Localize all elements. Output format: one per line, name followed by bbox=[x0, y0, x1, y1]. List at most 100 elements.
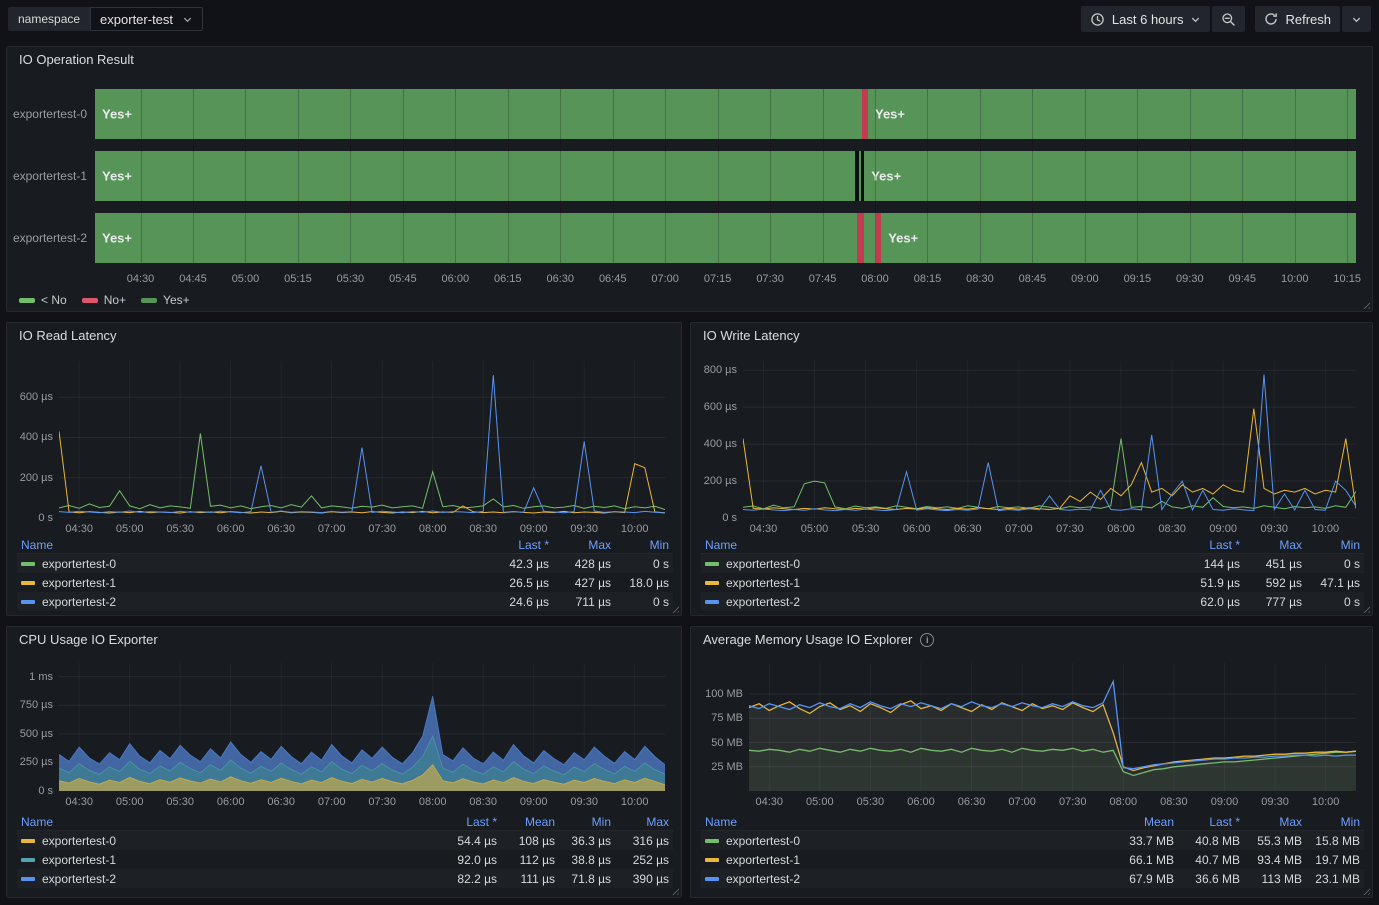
memory-usage-plot[interactable] bbox=[749, 663, 1356, 791]
legend-column-header[interactable]: Min bbox=[1302, 538, 1360, 552]
legend-item[interactable]: < No bbox=[19, 293, 67, 307]
grid-line bbox=[1137, 89, 1138, 263]
cpu-usage-y-axis: 0 s250 µs500 µs750 µs1 ms bbox=[11, 663, 53, 791]
write-latency-plot[interactable] bbox=[743, 361, 1356, 518]
write-chart[interactable] bbox=[743, 361, 1356, 518]
read-latency-legend-table: NameLast *MaxMinexportertest-042.3 µs428… bbox=[17, 536, 673, 611]
time-range-picker-button[interactable]: Last 6 hours bbox=[1081, 6, 1211, 32]
panel-title[interactable]: Average Memory Usage IO Explorer i bbox=[703, 632, 934, 647]
x-tick-label: 04:30 bbox=[750, 523, 778, 535]
timeline-x-axis: 04:3004:4505:0005:1505:3005:4506:0006:15… bbox=[95, 273, 1356, 286]
series-color-swatch bbox=[21, 562, 35, 566]
x-tick-label: 08:30 bbox=[966, 273, 994, 285]
legend-column-header[interactable]: Mean bbox=[1110, 815, 1174, 829]
legend-column-header[interactable]: Mean bbox=[497, 815, 555, 829]
legend-column-header[interactable]: Name bbox=[21, 815, 435, 829]
read-latency-plot[interactable] bbox=[59, 361, 665, 518]
write-latency-y-axis: 0 s200 µs400 µs600 µs800 µs bbox=[695, 361, 737, 518]
legend-series-name[interactable]: exportertest-1 bbox=[705, 576, 1170, 590]
timeline-row[interactable]: Yes+Yes+ bbox=[95, 89, 1356, 139]
legend-value: 112 µs bbox=[497, 853, 555, 867]
legend-column-header[interactable]: Min bbox=[555, 815, 611, 829]
panel-title[interactable]: IO Operation Result bbox=[19, 52, 134, 67]
timeline-row[interactable]: Yes+Yes+ bbox=[95, 151, 1356, 201]
legend-column-header[interactable]: Max bbox=[1240, 538, 1302, 552]
x-tick-label: 07:00 bbox=[318, 796, 346, 808]
x-tick-label: 06:00 bbox=[217, 523, 245, 535]
legend-series-name[interactable]: exportertest-1 bbox=[21, 853, 435, 867]
y-tick-label: 25 MB bbox=[711, 761, 743, 773]
x-tick-label: 09:30 bbox=[1176, 273, 1204, 285]
legend-series-name[interactable]: exportertest-0 bbox=[21, 834, 435, 848]
cpu-chart[interactable] bbox=[59, 663, 665, 791]
state-timeline-plot[interactable]: Yes+Yes+ Yes+Yes+ Yes+Yes+ bbox=[95, 89, 1356, 263]
series-color-swatch bbox=[705, 562, 719, 566]
namespace-variable-picker: namespace exporter-test bbox=[8, 7, 203, 31]
x-tick-label: 05:15 bbox=[284, 273, 312, 285]
legend-column-header[interactable]: Last * bbox=[1170, 538, 1240, 552]
y-tick-label: 600 µs bbox=[20, 391, 53, 403]
panel-title[interactable]: IO Read Latency bbox=[19, 328, 117, 343]
grid-line bbox=[245, 89, 246, 263]
series-name-label: exportertest-1 bbox=[42, 576, 116, 590]
legend-series-name[interactable]: exportertest-1 bbox=[21, 576, 479, 590]
timeline-row[interactable]: Yes+Yes+ bbox=[95, 213, 1356, 263]
refresh-button[interactable]: Refresh bbox=[1255, 6, 1340, 32]
legend-header-row: NameLast *MaxMin bbox=[17, 536, 673, 554]
legend-item[interactable]: No+ bbox=[82, 293, 126, 307]
legend-series-name[interactable]: exportertest-2 bbox=[705, 595, 1170, 609]
grid-line bbox=[508, 89, 509, 263]
x-tick-label: 04:30 bbox=[755, 796, 783, 808]
legend-column-header[interactable]: Name bbox=[21, 538, 479, 552]
legend-column-header[interactable]: Last * bbox=[435, 815, 497, 829]
panel-resize-handle[interactable] bbox=[1361, 300, 1370, 309]
series-color-swatch bbox=[705, 839, 719, 843]
legend-series-name[interactable]: exportertest-0 bbox=[705, 557, 1170, 571]
legend-series-name[interactable]: exportertest-2 bbox=[21, 595, 479, 609]
series-color-swatch bbox=[21, 858, 35, 862]
namespace-variable-value: exporter-test bbox=[100, 12, 173, 27]
panel-title[interactable]: CPU Usage IO Exporter bbox=[19, 632, 158, 647]
legend-column-header[interactable]: Max bbox=[549, 538, 611, 552]
legend-value: 26.5 µs bbox=[479, 576, 549, 590]
x-tick-label: 05:30 bbox=[852, 523, 880, 535]
state-segment-yes: Yes+ bbox=[868, 89, 1356, 139]
legend-column-header[interactable]: Min bbox=[611, 538, 669, 552]
legend-column-header[interactable]: Last * bbox=[1174, 815, 1240, 829]
read-chart[interactable] bbox=[59, 361, 665, 518]
legend-column-header[interactable]: Max bbox=[611, 815, 669, 829]
legend-series-name[interactable]: exportertest-0 bbox=[21, 557, 479, 571]
namespace-variable-select[interactable]: exporter-test bbox=[90, 7, 203, 31]
timeline-row-label: exportertest-1 bbox=[7, 151, 87, 201]
x-tick-label: 10:00 bbox=[1312, 796, 1340, 808]
legend-item[interactable]: Yes+ bbox=[141, 293, 190, 307]
x-tick-label: 06:30 bbox=[958, 796, 986, 808]
x-tick-label: 04:30 bbox=[127, 273, 155, 285]
x-tick-label: 09:30 bbox=[1261, 523, 1289, 535]
y-tick-label: 400 µs bbox=[704, 438, 737, 450]
y-tick-label: 0 s bbox=[722, 512, 737, 524]
legend-value: 252 µs bbox=[611, 853, 669, 867]
legend-series-name[interactable]: exportertest-0 bbox=[705, 834, 1110, 848]
legend-series-name[interactable]: exportertest-2 bbox=[705, 872, 1110, 886]
legend-series-name[interactable]: exportertest-2 bbox=[21, 872, 435, 886]
legend-column-header[interactable]: Name bbox=[705, 538, 1170, 552]
mem-chart[interactable] bbox=[749, 663, 1356, 791]
cpu-usage-plot[interactable] bbox=[59, 663, 665, 791]
x-tick-label: 05:00 bbox=[116, 523, 144, 535]
legend-series-name[interactable]: exportertest-1 bbox=[705, 853, 1110, 867]
legend-value: 40.8 MB bbox=[1174, 834, 1240, 848]
legend-row: exportertest-054.4 µs108 µs36.3 µs316 µs bbox=[17, 831, 673, 850]
grid-line bbox=[665, 89, 666, 263]
legend-column-header[interactable]: Last * bbox=[479, 538, 549, 552]
refresh-interval-dropdown[interactable] bbox=[1342, 6, 1371, 32]
panel-title[interactable]: IO Write Latency bbox=[703, 328, 800, 343]
legend-column-header[interactable]: Max bbox=[1240, 815, 1302, 829]
legend-column-header[interactable]: Min bbox=[1302, 815, 1360, 829]
y-tick-label: 1 ms bbox=[29, 671, 53, 683]
panel-io-read-latency: IO Read Latency 0 s200 µs400 µs600 µs 04… bbox=[6, 322, 682, 616]
zoom-out-button[interactable] bbox=[1212, 6, 1245, 32]
panel-info-icon[interactable]: i bbox=[920, 633, 934, 647]
y-tick-label: 400 µs bbox=[20, 431, 53, 443]
legend-column-header[interactable]: Name bbox=[705, 815, 1110, 829]
